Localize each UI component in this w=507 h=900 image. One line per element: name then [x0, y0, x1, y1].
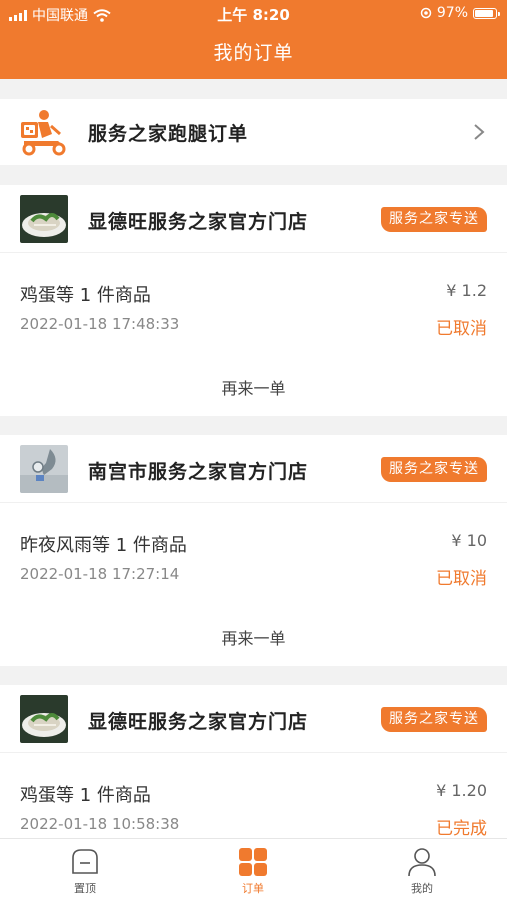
- shop-header[interactable]: 显德旺服务之家官方门店 服务之家专送: [0, 185, 507, 253]
- delivery-badge: 服务之家专送: [381, 207, 487, 232]
- order-status: 已取消: [436, 569, 487, 589]
- order-card[interactable]: 显德旺服务之家官方门店 服务之家专送 鸡蛋等 1 件商品 ¥ 1.2 2022-…: [0, 185, 507, 416]
- tab-orders[interactable]: 订单: [213, 847, 293, 896]
- tab-top[interactable]: 置顶: [45, 847, 125, 896]
- shop-logo: [20, 445, 68, 493]
- errand-orders-entry[interactable]: 服务之家跑腿订单: [0, 99, 507, 165]
- chevron-right-icon: [474, 124, 485, 140]
- order-price: ¥ 1.2: [446, 281, 487, 300]
- person-icon: [408, 848, 436, 877]
- order-price: ¥ 10: [451, 531, 487, 550]
- order-goods: 昨夜风雨等 1 件商品: [20, 535, 187, 556]
- battery-percent: 97%: [436, 5, 468, 21]
- shop-name: 显德旺服务之家官方门店: [88, 711, 309, 733]
- order-date: 2022-01-18 10:58:38: [20, 815, 180, 833]
- status-bar: 中国联通 上午 8:20 97%: [0, 0, 507, 28]
- order-status: 已完成: [436, 819, 487, 839]
- tab-mine[interactable]: 我的: [382, 847, 462, 896]
- order-status: 已取消: [436, 319, 487, 339]
- shop-logo: [20, 695, 68, 743]
- delivery-badge: 服务之家专送: [381, 707, 487, 732]
- bottom-tab-bar: 置顶 订单 我的: [0, 838, 507, 900]
- order-price: ¥ 1.20: [436, 781, 487, 800]
- errand-orders-title: 服务之家跑腿订单: [88, 123, 249, 145]
- shop-name: 显德旺服务之家官方门店: [88, 211, 309, 233]
- shop-logo: [20, 195, 68, 243]
- delivery-scooter-icon: [21, 110, 66, 156]
- battery-icon: [473, 7, 500, 19]
- order-card[interactable]: 南宫市服务之家官方门店 服务之家专送 昨夜风雨等 1 件商品 ¥ 10 2022…: [0, 435, 507, 666]
- orientation-lock-icon: [420, 7, 432, 19]
- orders-grid-icon: [239, 848, 267, 876]
- order-goods: 鸡蛋等 1 件商品: [20, 285, 151, 306]
- order-card[interactable]: 显德旺服务之家官方门店 服务之家专送 鸡蛋等 1 件商品 ¥ 1.20 2022…: [0, 685, 507, 839]
- tab-label: 订单: [242, 882, 264, 895]
- tab-label: 我的: [411, 882, 433, 895]
- reorder-button[interactable]: 再来一单: [0, 375, 507, 399]
- order-date: 2022-01-18 17:48:33: [20, 315, 180, 333]
- reorder-button[interactable]: 再来一单: [0, 625, 507, 649]
- page-title: 我的订单: [213, 42, 294, 64]
- app-header: 中国联通 上午 8:20 97% 我的订单: [0, 0, 507, 79]
- shop-name: 南宫市服务之家官方门店: [88, 461, 309, 483]
- top-icon: [72, 849, 98, 874]
- order-goods: 鸡蛋等 1 件商品: [20, 785, 151, 806]
- delivery-badge: 服务之家专送: [381, 457, 487, 482]
- order-date: 2022-01-18 17:27:14: [20, 565, 180, 583]
- shop-header[interactable]: 显德旺服务之家官方门店 服务之家专送: [0, 685, 507, 753]
- shop-header[interactable]: 南宫市服务之家官方门店 服务之家专送: [0, 435, 507, 503]
- tab-label: 置顶: [74, 882, 96, 895]
